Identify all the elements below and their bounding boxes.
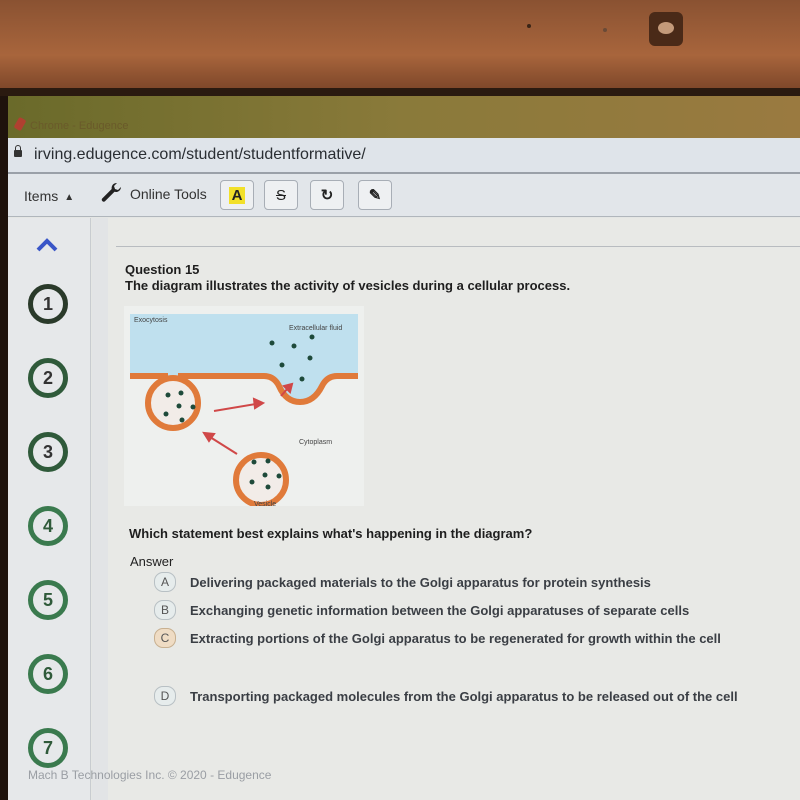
chevron-up-icon: ▲	[64, 192, 75, 203]
question-nav-1[interactable]: 1	[28, 284, 68, 324]
items-button[interactable]: Items ▲	[24, 188, 74, 204]
vesicle	[233, 452, 289, 506]
pencil-icon: ✎	[368, 187, 382, 204]
highlight-icon: A	[228, 186, 246, 204]
items-label: Items	[24, 188, 59, 204]
question-nav-2[interactable]: 2	[28, 358, 68, 398]
choice-text[interactable]: Transporting packaged molecules from the…	[190, 689, 738, 704]
label-extracellular: Extracellular fluid	[289, 325, 342, 332]
strikethrough-button[interactable]: S	[264, 180, 298, 210]
bezel-side	[0, 96, 8, 800]
wrench-icon	[101, 182, 122, 202]
scroll-up-chevron-icon[interactable]	[36, 238, 58, 252]
app-toolbar: Items ▲ Online Tools A S ↻ ✎	[8, 174, 800, 217]
screen: Chrome - Edugence irving.edugence.com/st…	[8, 96, 800, 800]
online-tools-label: Online Tools	[130, 186, 207, 202]
undo-icon: ↻	[320, 187, 334, 204]
question-nav-6[interactable]: 6	[28, 654, 68, 694]
question-prompt: Which statement best explains what's hap…	[129, 526, 533, 541]
url-text[interactable]: irving.edugence.com/student/studentforma…	[34, 146, 366, 164]
label-vesicle: Vesicle	[254, 501, 276, 506]
choice-d[interactable]: D Transporting packaged molecules from t…	[154, 686, 738, 706]
undo-button[interactable]: ↻	[310, 180, 344, 210]
favicon-icon	[13, 116, 27, 132]
browser-titlebar: Chrome - Edugence	[8, 96, 800, 138]
highlight-button[interactable]: A	[220, 180, 254, 210]
divider	[116, 246, 800, 247]
lock-icon	[14, 145, 22, 157]
question-nav-7[interactable]: 7	[28, 728, 68, 768]
choice-letter[interactable]: A	[154, 572, 176, 592]
question-nav-4[interactable]: 4	[28, 506, 68, 546]
label-cytoplasm: Cytoplasm	[299, 439, 332, 446]
sensor-dot	[527, 24, 531, 28]
answer-label: Answer	[130, 554, 174, 569]
bezel-edge	[0, 88, 800, 96]
question-panel: Question 15 The diagram illustrates the …	[108, 218, 800, 800]
choice-letter[interactable]: D	[154, 686, 176, 706]
choice-letter[interactable]: C	[154, 628, 176, 648]
choice-text[interactable]: Delivering packaged materials to the Gol…	[190, 575, 651, 590]
address-bar[interactable]: irving.edugence.com/student/studentforma…	[8, 138, 800, 174]
strikethrough-icon: S	[275, 186, 286, 204]
gutter	[92, 218, 109, 800]
footer-copyright: Mach B Technologies Inc. © 2020 - Edugen…	[28, 768, 272, 782]
choice-a[interactable]: A Delivering packaged materials to the G…	[154, 572, 651, 592]
question-stem: The diagram illustrates the activity of …	[125, 278, 571, 293]
online-tools-button[interactable]: Online Tools	[100, 182, 207, 206]
exocytosis-diagram: Exocytosis Extracellular fluid Cytoplasm…	[124, 306, 364, 506]
question-nav-3[interactable]: 3	[28, 432, 68, 472]
fusing-vesicle	[145, 375, 201, 431]
sensor-dot	[603, 28, 607, 32]
diagram-title: Exocytosis	[134, 317, 168, 324]
laptop-bezel	[0, 0, 800, 96]
question-number: Question 15	[125, 262, 200, 277]
question-nav-sidebar: 1 2 3 4 5 6 7	[8, 218, 91, 800]
pencil-button[interactable]: ✎	[358, 180, 392, 210]
choice-text[interactable]: Extracting portions of the Golgi apparat…	[190, 631, 721, 646]
question-nav-5[interactable]: 5	[28, 580, 68, 620]
choice-letter[interactable]: B	[154, 600, 176, 620]
choice-c[interactable]: C Extracting portions of the Golgi appar…	[154, 628, 721, 648]
choice-b[interactable]: B Exchanging genetic information between…	[154, 600, 689, 620]
tab-title[interactable]: Chrome - Edugence	[30, 120, 128, 132]
webcam	[649, 12, 683, 46]
choice-text[interactable]: Exchanging genetic information between t…	[190, 603, 689, 618]
